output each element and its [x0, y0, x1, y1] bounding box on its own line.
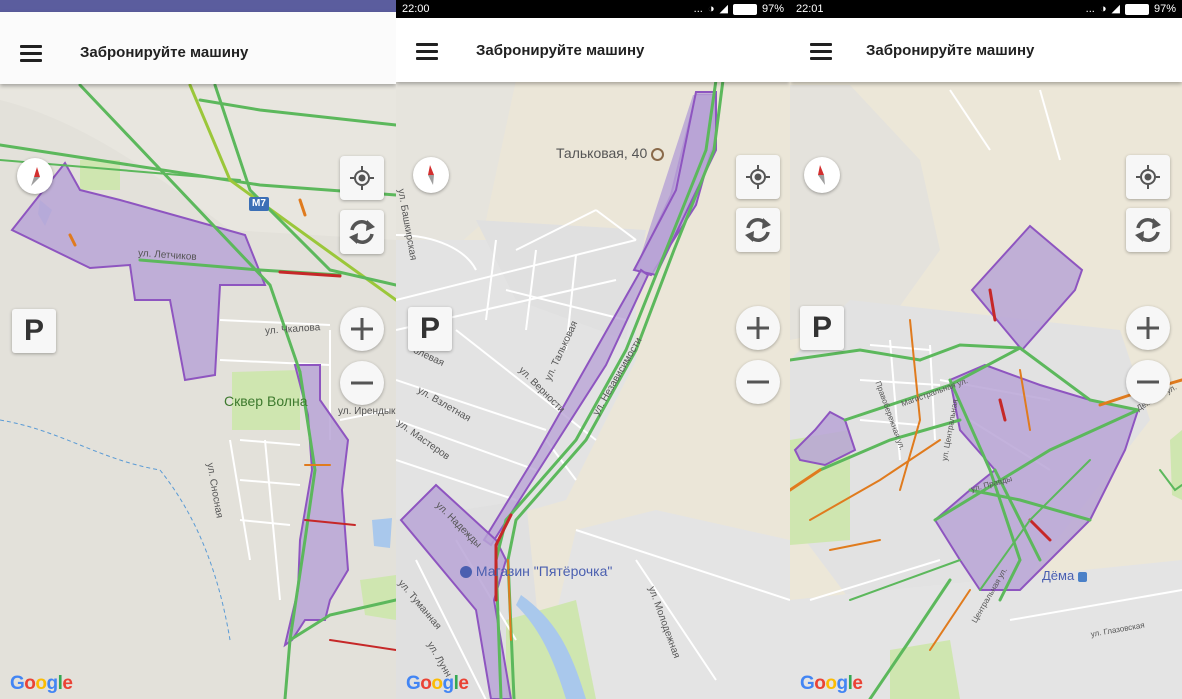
my-location-icon [746, 165, 770, 189]
notification-dots: ... [693, 3, 703, 15]
zoom-out-button[interactable] [1126, 360, 1170, 404]
my-location-button[interactable] [736, 155, 780, 199]
my-location-button[interactable] [1126, 155, 1170, 199]
refresh-icon [349, 220, 375, 244]
status-bar [0, 0, 396, 12]
poi-pin-icon [651, 147, 665, 161]
google-logo: Google [10, 673, 73, 694]
status-bar: 22:00 ... ◑ ◢ 97% [396, 0, 790, 18]
google-logo: Google [406, 673, 469, 694]
signal-icon: ◢ [719, 3, 728, 15]
my-location-icon [1136, 165, 1160, 189]
map-panel-2: Тальковая, 40 Магазин "Пятёрочка" ул. Ба… [396, 0, 790, 699]
zoom-out-icon [351, 381, 373, 385]
wifi-icon: ◑ [707, 3, 715, 15]
app-title: Забронируйте машину [476, 42, 645, 59]
signal-icon: ◢ [1111, 3, 1120, 15]
notification-dots: ... [1085, 3, 1095, 15]
poi-label-address[interactable]: Тальковая, 40 [556, 145, 665, 161]
app-bar: Забронируйте машину [790, 18, 1182, 82]
compass-icon[interactable] [413, 157, 449, 193]
menu-icon[interactable] [416, 43, 438, 60]
menu-icon[interactable] [810, 43, 832, 60]
zoom-out-icon [1137, 380, 1159, 384]
refresh-button[interactable] [1126, 208, 1170, 252]
poi-stop-text: Дёма [1042, 568, 1075, 583]
zoom-in-button[interactable] [340, 307, 384, 351]
battery-percent: 97% [761, 3, 784, 15]
poi-label-skver-volna[interactable]: Сквер Волна [224, 393, 307, 409]
parking-button[interactable]: P [800, 306, 844, 350]
refresh-button[interactable] [340, 210, 384, 254]
zoom-in-icon [351, 318, 373, 340]
poi-shop-text: Магазин "Пятёрочка" [475, 563, 613, 579]
refresh-icon [1135, 218, 1161, 242]
app-bar: Забронируйте машину [0, 12, 396, 84]
poi-label-shop[interactable]: Магазин "Пятёрочка" [460, 563, 612, 579]
street-label: ул. Ирендык [338, 406, 396, 417]
bus-stop-icon [1077, 571, 1087, 582]
shop-icon [460, 566, 472, 579]
map-panel-1: M7 Сквер Волна ул. Летчиков ул. Чкалова … [0, 0, 396, 699]
app-bar: Забронируйте машину [396, 18, 790, 82]
battery-icon [732, 3, 757, 15]
zoom-out-icon [747, 380, 769, 384]
parking-button[interactable]: P [12, 309, 56, 353]
clock: 22:00 [402, 3, 430, 15]
wifi-icon: ◑ [1099, 3, 1107, 15]
refresh-button[interactable] [736, 208, 780, 252]
battery-percent: 97% [1153, 3, 1176, 15]
google-logo: Google [800, 673, 863, 694]
battery-icon [1124, 3, 1149, 15]
poi-label-transit-stop[interactable]: Дёма [1042, 568, 1087, 583]
status-bar: 22:01 ... ◑ ◢ 97% [790, 0, 1182, 18]
map-panel-3: Дёма Магистральная ул. ул. Правды Центра… [790, 0, 1182, 699]
poi-address-text: Тальковая, 40 [556, 145, 648, 161]
clock: 22:01 [796, 3, 824, 15]
compass-icon[interactable] [804, 157, 840, 193]
highway-badge-m7: M7 [252, 198, 266, 209]
my-location-icon [350, 166, 374, 190]
map-view-1[interactable] [0, 0, 396, 699]
menu-icon[interactable] [20, 45, 42, 62]
app-title: Забронируйте машину [80, 44, 249, 61]
parking-button[interactable]: P [408, 307, 452, 351]
my-location-button[interactable] [340, 156, 384, 200]
zoom-in-button[interactable] [1126, 306, 1170, 350]
app-title: Забронируйте машину [866, 42, 1035, 59]
refresh-icon [745, 218, 771, 242]
zoom-out-button[interactable] [736, 360, 780, 404]
zoom-out-button[interactable] [340, 361, 384, 405]
zoom-in-button[interactable] [736, 306, 780, 350]
map-view-2[interactable] [396, 0, 790, 699]
zoom-in-icon [1137, 317, 1159, 339]
zoom-in-icon [747, 317, 769, 339]
compass-icon[interactable] [17, 158, 53, 194]
